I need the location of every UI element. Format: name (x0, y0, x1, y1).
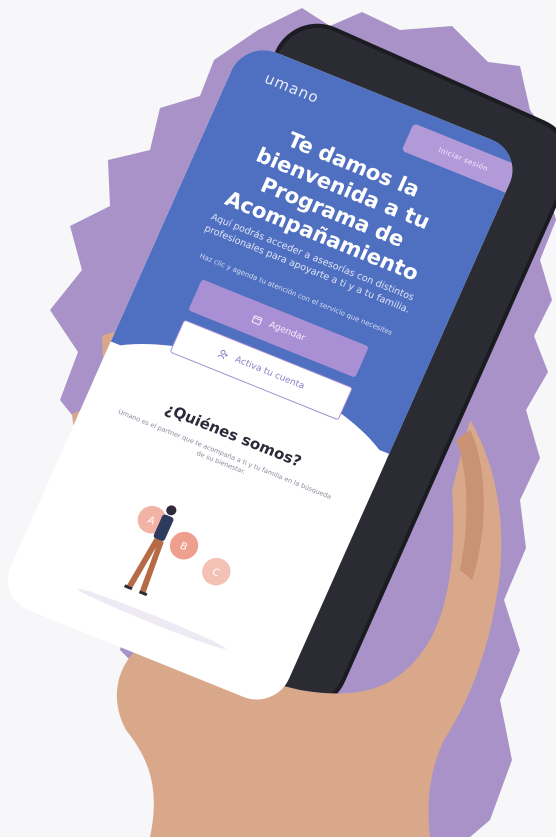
agenda-button-label: Agendar (267, 320, 307, 344)
user-add-icon (217, 349, 228, 360)
umano-logo[interactable]: umano (262, 69, 322, 107)
calendar-icon (251, 315, 263, 326)
photo-stage: umano Iniciar sesión Te damos la bienven… (0, 0, 556, 837)
